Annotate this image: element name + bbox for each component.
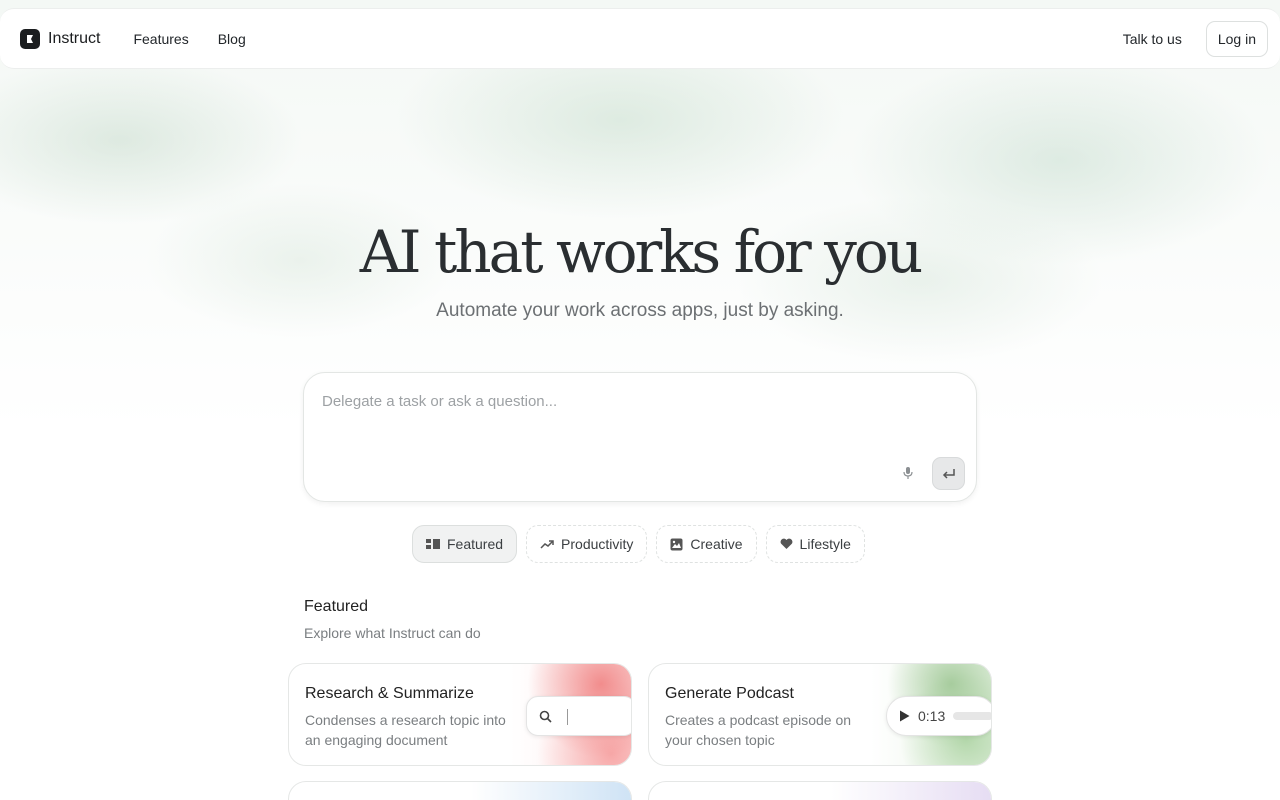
- player-track: [953, 712, 991, 720]
- card-peek-left[interactable]: [288, 781, 632, 800]
- card-description: Creates a podcast episode on your chosen…: [665, 712, 852, 748]
- card-description: Condenses a research topic into an engag…: [305, 712, 506, 748]
- card-artwork: [471, 782, 631, 800]
- tab-featured[interactable]: Featured: [412, 525, 518, 563]
- enter-icon: [942, 468, 955, 479]
- category-tabs: Featured Productivity Creative Lifestyle: [412, 525, 865, 563]
- microphone-icon[interactable]: [896, 461, 920, 485]
- brand-logo[interactable]: Instruct: [20, 28, 101, 49]
- tab-label: Creative: [690, 536, 743, 552]
- tab-creative[interactable]: Creative: [656, 525, 757, 563]
- brand-name: Instruct: [48, 29, 101, 47]
- trending-up-icon: [540, 540, 554, 549]
- player-time: 0:13: [918, 708, 946, 724]
- section-subtitle: Explore what Instruct can do: [304, 625, 481, 641]
- image-icon: [670, 538, 683, 550]
- prompt-box: [303, 372, 977, 502]
- nav-link-blog[interactable]: Blog: [218, 31, 246, 47]
- tab-productivity[interactable]: Productivity: [526, 525, 648, 563]
- section-title: Featured: [304, 598, 369, 615]
- prompt-input[interactable]: [322, 393, 882, 453]
- card-title: Research & Summarize: [305, 685, 474, 702]
- card-title: Generate Podcast: [665, 685, 794, 702]
- card-artwork: [831, 782, 991, 800]
- text-caret: [567, 709, 568, 725]
- mini-search-preview: [526, 696, 631, 736]
- grid-icon: [426, 539, 440, 549]
- play-icon: [900, 710, 910, 722]
- card-peek-right[interactable]: [648, 781, 992, 800]
- card-research-summarize[interactable]: Research & Summarize Condenses a researc…: [288, 663, 632, 766]
- heart-icon: [780, 538, 792, 549]
- mini-audio-player: 0:13: [886, 696, 991, 736]
- tab-label: Featured: [447, 536, 504, 552]
- hero-subtitle: Automate your work across apps, just by …: [436, 300, 844, 321]
- talk-to-us-link[interactable]: Talk to us: [1123, 31, 1182, 47]
- logo-icon: [20, 28, 40, 49]
- tab-label: Productivity: [561, 536, 634, 552]
- tab-label: Lifestyle: [799, 536, 851, 552]
- login-button[interactable]: Log in: [1205, 20, 1268, 57]
- card-generate-podcast[interactable]: 0:13 Generate Podcast Creates a podcast …: [648, 663, 992, 766]
- tab-lifestyle[interactable]: Lifestyle: [765, 525, 865, 563]
- search-icon: [539, 710, 552, 723]
- nav-link-features[interactable]: Features: [133, 31, 188, 47]
- send-button[interactable]: [932, 457, 965, 490]
- hero-title: AI that works for you: [359, 218, 923, 286]
- top-navigation: Instruct Features Blog Talk to us Log in: [0, 8, 1280, 69]
